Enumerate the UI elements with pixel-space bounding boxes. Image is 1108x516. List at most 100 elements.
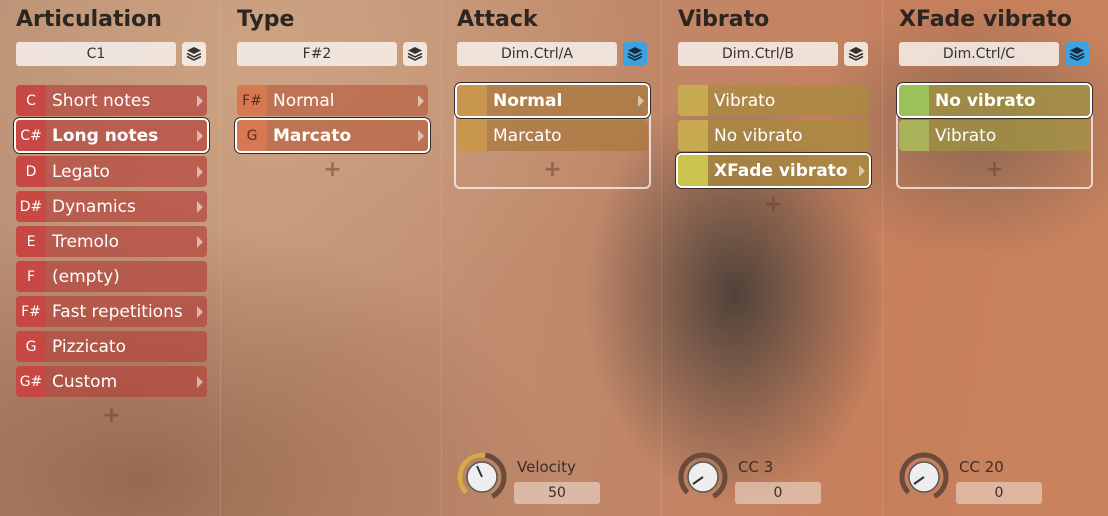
key-label [678,155,708,186]
submenu-arrow-icon [638,94,644,107]
item-label: Marcato [493,125,562,146]
key-label [457,120,487,151]
key-label: F [16,261,46,292]
add-item-button[interactable]: + [899,157,1090,182]
list-item[interactable]: D Legato [16,156,207,187]
list-item-selected[interactable]: C# Long notes [16,120,207,151]
item-label: XFade vibrato [714,160,848,181]
knob-value-field[interactable]: 0 [956,482,1042,504]
list-item[interactable]: E Tremolo [16,226,207,257]
item-label: Vibrato [714,90,776,111]
key-label: G [237,120,267,151]
knob-value-field[interactable]: 50 [514,482,600,504]
list-item[interactable]: D# Dynamics [16,191,207,222]
trigger-key-field[interactable]: Dim.Ctrl/B [678,42,838,66]
list-item[interactable]: Vibrato [678,85,869,116]
column-title: Vibrato [678,7,770,32]
add-item-button[interactable]: + [16,403,207,428]
knob-label: CC 20 [959,458,1004,476]
submenu-arrow-icon [197,165,203,178]
knob-value-field[interactable]: 0 [735,482,821,504]
layers-icon [627,47,643,61]
list-item[interactable]: F# Normal [237,85,428,116]
column-title: XFade vibrato [899,7,1072,32]
trigger-key-field[interactable]: C1 [16,42,176,66]
layers-icon [186,47,202,61]
key-label: F# [16,296,46,327]
submenu-arrow-icon [859,164,865,177]
column-title: Type [237,7,295,32]
list-item-selected[interactable]: No vibrato [899,85,1090,116]
submenu-arrow-icon [197,200,203,213]
cc3-knob[interactable] [678,452,728,502]
add-item-button[interactable]: + [457,157,648,182]
layers-icon [848,47,864,61]
item-label: Marcato [273,125,352,146]
submenu-arrow-icon [418,129,424,142]
add-item-button[interactable]: + [237,157,428,182]
list-item[interactable]: G# Custom [16,366,207,397]
layers-button[interactable] [623,42,647,66]
list-item[interactable]: Vibrato [899,120,1090,151]
list-item[interactable]: F# Fast repetitions [16,296,207,327]
submenu-arrow-icon [197,305,203,318]
item-label: No vibrato [935,90,1036,111]
list-item[interactable]: Marcato [457,120,648,151]
list-item[interactable]: G Pizzicato [16,331,207,362]
item-label: Long notes [52,125,159,146]
list-item[interactable]: C Short notes [16,85,207,116]
key-label: F# [237,85,267,116]
item-label: Custom [52,371,118,392]
item-label: Legato [52,161,110,182]
list-item-selected[interactable]: Normal [457,85,648,116]
knob-label: Velocity [517,458,576,476]
submenu-arrow-icon [197,235,203,248]
key-label: C# [16,120,46,151]
list-item[interactable]: No vibrato [678,120,869,151]
submenu-arrow-icon [418,94,424,107]
item-label: Short notes [52,90,151,111]
column-type: Type F#2 F# Normal G Marcato + [221,0,442,516]
submenu-arrow-icon [197,375,203,388]
key-label [678,85,708,116]
key-label: D [16,156,46,187]
velocity-knob[interactable] [457,452,507,502]
column-attack: Attack Dim.Ctrl/A Normal Marcato + Veloc… [441,0,662,516]
trigger-key-field[interactable]: F#2 [237,42,397,66]
submenu-arrow-icon [197,94,203,107]
layers-button[interactable] [1065,42,1089,66]
column-title: Articulation [16,7,162,32]
layers-button[interactable] [182,42,206,66]
add-item-button[interactable]: + [678,192,869,217]
trigger-key-field[interactable]: Dim.Ctrl/C [899,42,1059,66]
item-label: Fast repetitions [52,301,183,322]
column-vibrato: Vibrato Dim.Ctrl/B Vibrato No vibrato XF… [662,0,883,516]
item-label: Dynamics [52,196,136,217]
layers-icon [1069,47,1085,61]
layers-button[interactable] [844,42,868,66]
item-label: Normal [273,90,335,111]
key-label [678,120,708,151]
key-label [899,120,929,151]
item-label: No vibrato [714,125,803,146]
column-articulation: Articulation C1 C Short notes C# Long no… [0,0,221,516]
list-item-selected[interactable]: G Marcato [237,120,428,151]
key-label: D# [16,191,46,222]
item-label: Tremolo [52,231,120,252]
list-item-selected[interactable]: XFade vibrato [678,155,869,186]
key-label: G# [16,366,46,397]
layers-button[interactable] [403,42,427,66]
key-label [457,85,487,116]
item-label: Pizzicato [52,336,127,357]
column-xfade-vibrato: XFade vibrato Dim.Ctrl/C No vibrato Vibr… [883,0,1104,516]
list-item[interactable]: F (empty) [16,261,207,292]
item-label: Normal [493,90,563,111]
cc20-knob[interactable] [899,452,949,502]
trigger-key-field[interactable]: Dim.Ctrl/A [457,42,617,66]
key-label: G [16,331,46,362]
key-label [899,85,929,116]
key-label: C [16,85,46,116]
item-label: (empty) [52,266,120,287]
item-label: Vibrato [935,125,997,146]
layers-icon [407,47,423,61]
